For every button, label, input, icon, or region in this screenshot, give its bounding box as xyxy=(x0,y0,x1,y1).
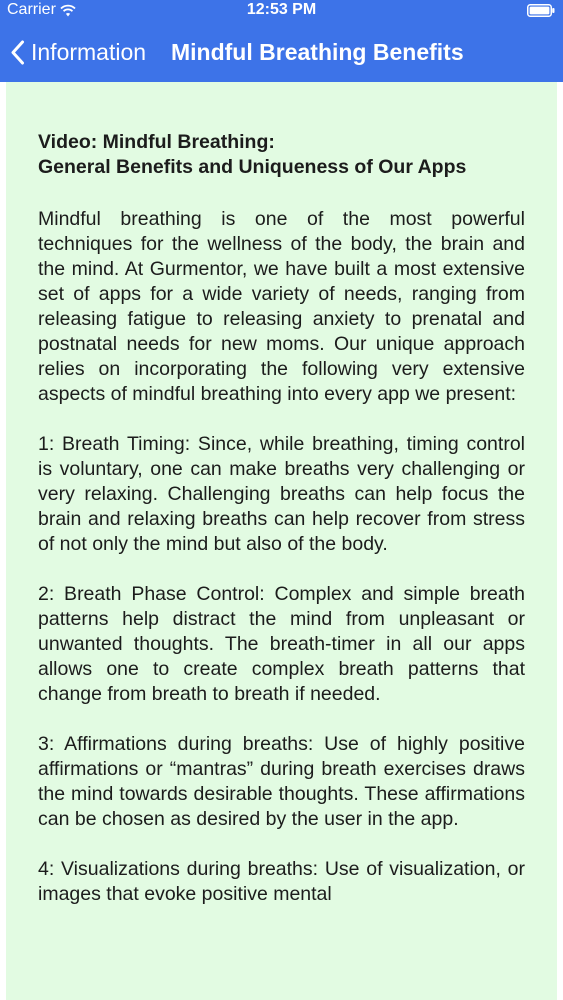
status-bar: Carrier 12:53 PM xyxy=(0,0,563,22)
status-time: 12:53 PM xyxy=(246,1,317,18)
navigation-bar: Carrier 12:53 PM Information Mindful Bre… xyxy=(0,0,563,82)
article-text: Video: Mindful Breathing: General Benefi… xyxy=(38,130,525,932)
page-title: Mindful Breathing Benefits xyxy=(171,39,464,65)
paragraph-intro: Mindful breathing is one of the most pow… xyxy=(38,208,525,405)
content-panel[interactable]: Video: Mindful Breathing: General Benefi… xyxy=(6,82,557,1000)
back-button-label: Information xyxy=(31,38,147,65)
heading-line-1: Video: Mindful Breathing: xyxy=(38,131,275,153)
paragraph-breath-timing: 1: Breath Timing: Since, while breathing… xyxy=(38,433,525,555)
back-button[interactable]: Information xyxy=(10,34,146,70)
article-heading: Video: Mindful Breathing: General Benefi… xyxy=(38,130,525,180)
chevron-left-icon xyxy=(11,40,24,64)
paragraph-affirmations: 3: Affirmations during breaths: Use of h… xyxy=(38,733,525,830)
battery-icon xyxy=(527,4,555,17)
heading-line-2: General Benefits and Uniqueness of Our A… xyxy=(38,156,467,178)
paragraph-visualizations: 4: Visualizations during breaths: Use of… xyxy=(38,858,525,905)
paragraph-breath-phase-control: 2: Breath Phase Control: Complex and sim… xyxy=(38,583,525,705)
